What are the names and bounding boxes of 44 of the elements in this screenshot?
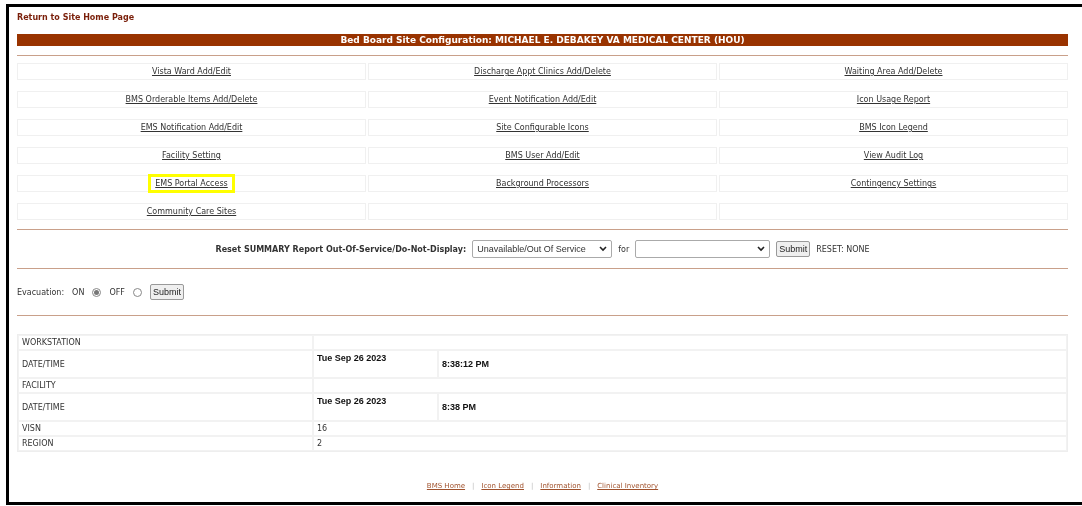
table-cell: Tue Sep 26 2023 [313, 393, 438, 421]
menu-link[interactable]: Community Care Sites [142, 205, 241, 218]
menu-link[interactable]: Discharge Appt Clinics Add/Delete [470, 65, 615, 78]
radio-button[interactable] [132, 287, 142, 297]
target-dropdown[interactable] [635, 240, 771, 258]
return-link[interactable]: Return to Site Home Page [17, 13, 135, 22]
menu-link[interactable]: Contingency Settings [846, 177, 941, 190]
reset-label: Reset SUMMARY Report Out-Of-Service/Do-Not-Display: [215, 244, 467, 254]
menu-link[interactable]: EMS Notification Add/Edit [136, 121, 247, 134]
table-cell: Tue Sep 26 2023 [313, 350, 438, 378]
for-label: for [618, 244, 630, 254]
chevron-down-icon [599, 246, 608, 252]
radio-label: ON [72, 287, 85, 297]
menu-link[interactable]: EMS Portal Access [151, 177, 232, 190]
menu-link[interactable]: BMS User Add/Edit [501, 149, 584, 162]
menu-link[interactable]: Facility Setting [158, 149, 225, 162]
reset-status: RESET: NONE [816, 244, 870, 254]
menu-link[interactable]: Waiting Area Add/Delete [840, 65, 947, 78]
chevron-down-icon [757, 246, 766, 252]
menu-link[interactable]: Icon Usage Report [852, 93, 935, 106]
table-cell: WORKSTATION [18, 335, 313, 350]
table-cell: 8:38:12 PM [438, 350, 1067, 378]
submit-button[interactable]: Submit [776, 241, 811, 257]
table-cell: 8:38 PM [438, 393, 1067, 421]
menu-link[interactable]: View Audit Log [859, 149, 928, 162]
table-cell: 16 [313, 421, 1067, 436]
radio-label: OFF [109, 287, 125, 297]
menu-link[interactable]: Vista Ward Add/Edit [148, 65, 235, 78]
menu-link[interactable]: Event Notification Add/Edit [484, 93, 601, 106]
menu-link[interactable]: Site Configurable Icons [492, 121, 593, 134]
radio-button[interactable] [92, 287, 102, 297]
table-cell: 2 [313, 436, 1067, 451]
menu-link[interactable]: Background Processors [492, 177, 593, 190]
table-cell: REGION [18, 436, 313, 451]
evacuation-label: Evacuation: [17, 287, 65, 297]
table-cell: VISN [18, 421, 313, 436]
page-title-bar: Bed Board Site Configuration: MICHAEL E. DEBAKEY VA MEDICAL CENTER (HOU) [17, 34, 1068, 46]
submit-button[interactable]: Submit [149, 284, 184, 300]
table-cell: DATE/TIME [18, 393, 313, 421]
menu-link[interactable]: BMS Icon Legend [855, 121, 932, 134]
menu-link[interactable]: BMS Orderable Items Add/Delete [121, 93, 262, 106]
status-dropdown[interactable]: Unavailable/Out Of Service [472, 240, 613, 258]
table-cell: DATE/TIME [18, 350, 313, 378]
table-cell: FACILITY [18, 378, 313, 393]
